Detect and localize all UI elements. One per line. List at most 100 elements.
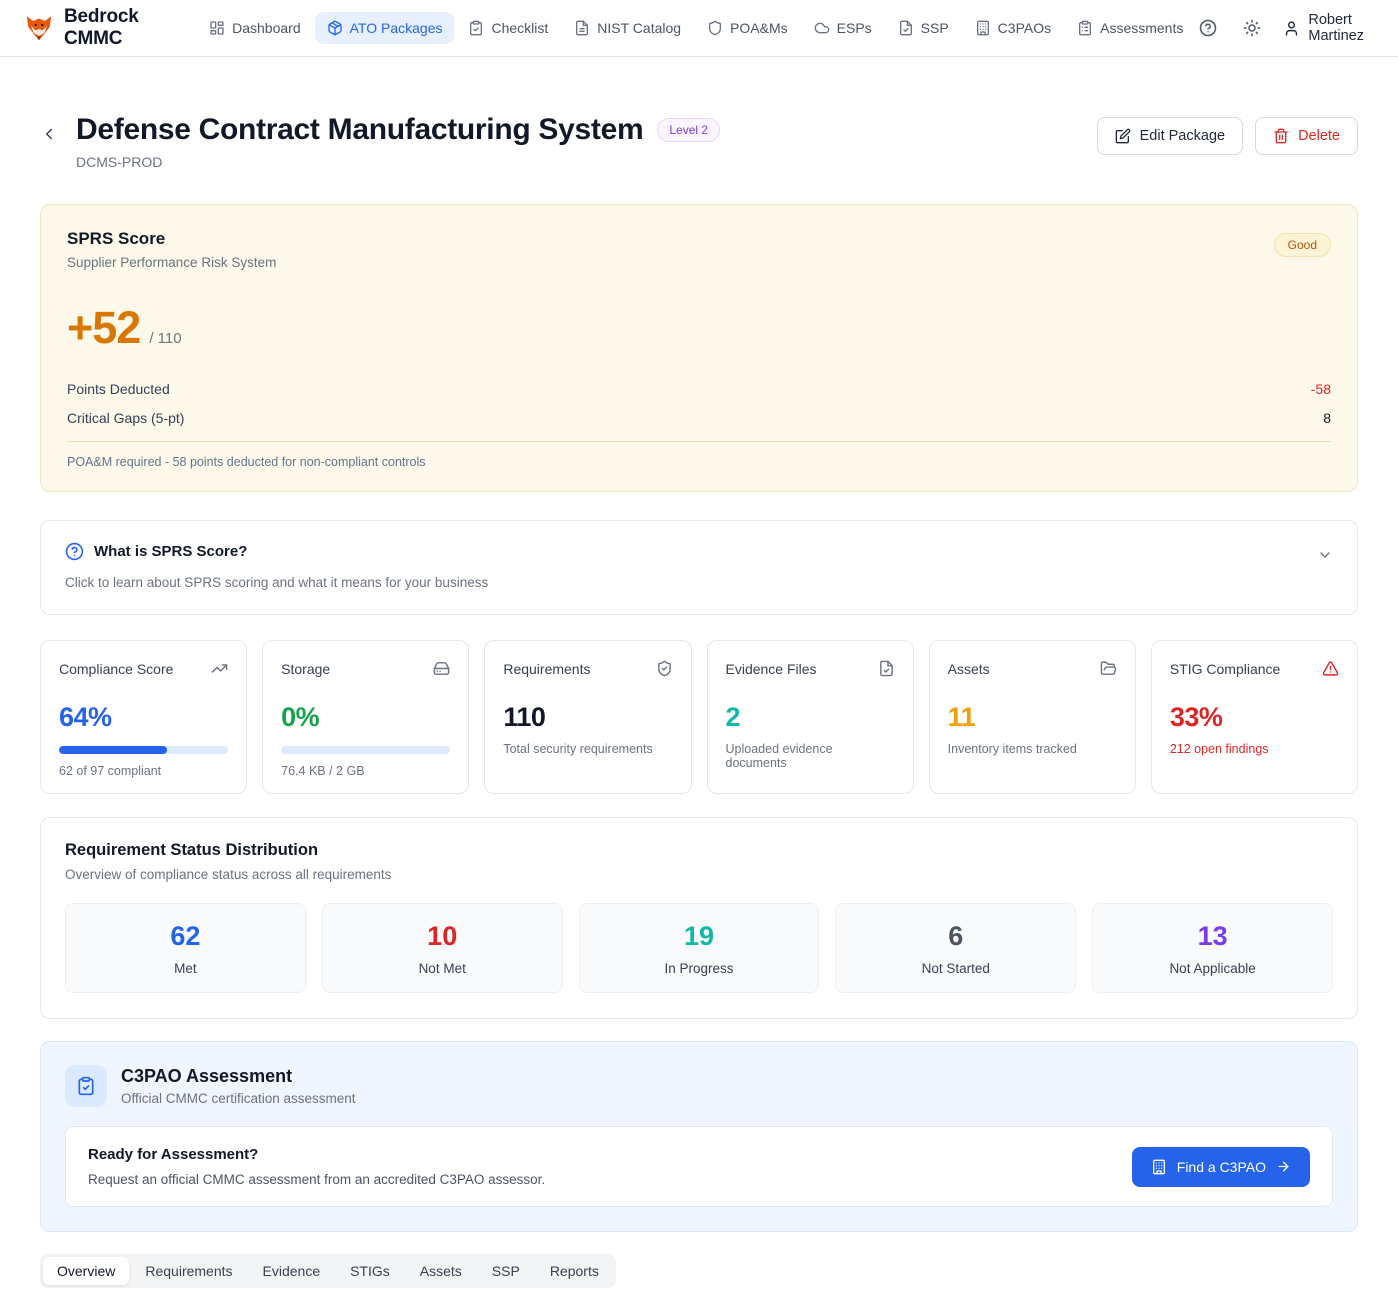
sprs-score-max: / 110 — [149, 330, 181, 347]
stat-label: Assets — [948, 661, 990, 677]
stat-sub: 76.4 KB / 2 GB — [281, 764, 450, 778]
nav-item-poams[interactable]: POA&Ms — [695, 12, 800, 44]
nav-item-nist-catalog[interactable]: NIST Catalog — [562, 12, 693, 44]
sprs-status-badge: Good — [1274, 233, 1331, 257]
stat-label: Evidence Files — [726, 661, 817, 677]
status-label: Not Started — [836, 961, 1075, 976]
stat-sub: 212 open findings — [1170, 742, 1339, 756]
row-label: Critical Gaps (5-pt) — [67, 410, 184, 426]
delete-label: Delete — [1298, 128, 1340, 144]
theme-toggle-sun-icon[interactable] — [1239, 15, 1265, 41]
file-text-icon — [574, 20, 590, 36]
tab-reports[interactable]: Reports — [536, 1257, 613, 1285]
tab-assets[interactable]: Assets — [406, 1257, 476, 1285]
edit-package-button[interactable]: Edit Package — [1097, 117, 1243, 155]
fox-logo-icon — [24, 13, 54, 43]
row-value: -58 — [1311, 381, 1331, 397]
nav-item-ato-packages[interactable]: ATO Packages — [315, 12, 455, 44]
ready-title: Ready for Assessment? — [88, 1146, 545, 1163]
alert-triangle-icon — [1322, 660, 1339, 677]
tab-evidence[interactable]: Evidence — [249, 1257, 335, 1285]
stat-value: 33% — [1170, 702, 1339, 733]
sprs-row-critical-gaps: Critical Gaps (5-pt) 8 — [67, 403, 1331, 432]
shield-icon — [707, 20, 723, 36]
status-label: Not Applicable — [1093, 961, 1332, 976]
sprs-info-subtitle: Click to learn about SPRS scoring and wh… — [65, 575, 1333, 590]
stat-label: STIG Compliance — [1170, 661, 1280, 677]
sprs-footnote: POA&M required - 58 points deducted for … — [67, 455, 1331, 473]
sprs-row-points-deducted: Points Deducted -58 — [67, 374, 1331, 403]
nav-item-checklist[interactable]: Checklist — [456, 12, 560, 44]
stat-value: 2 — [726, 702, 895, 733]
nav-item-ssp[interactable]: SSP — [886, 12, 961, 44]
nav-label: ATO Packages — [350, 20, 443, 36]
cloud-icon — [814, 20, 830, 36]
stat-card-assets: Assets 11 Inventory items tracked — [929, 640, 1136, 794]
trash-icon — [1273, 128, 1289, 144]
status-label: In Progress — [580, 961, 819, 976]
user-name: Robert Martinez — [1308, 12, 1374, 44]
title-actions: Edit Package Delete — [1097, 117, 1358, 155]
tab-stigs[interactable]: STIGs — [336, 1257, 404, 1285]
sprs-info-title: What is SPRS Score? — [94, 543, 247, 560]
nav-item-dashboard[interactable]: Dashboard — [197, 12, 313, 44]
row-label: Points Deducted — [67, 381, 170, 397]
requirement-status-distribution-card: Requirement Status Distribution Overview… — [40, 817, 1358, 1019]
find-c3pao-label: Find a C3PAO — [1177, 1159, 1266, 1175]
chevron-down-icon[interactable] — [1317, 547, 1333, 563]
stat-sub: 62 of 97 compliant — [59, 764, 228, 778]
clipboard-check-tile-icon — [65, 1065, 107, 1107]
nav-label: POA&Ms — [730, 20, 788, 36]
stat-card-storage: Storage 0% 76.4 KB / 2 GB — [262, 640, 469, 794]
trending-up-icon — [211, 660, 228, 677]
tab-ssp[interactable]: SSP — [478, 1257, 534, 1285]
main-nav: Dashboard ATO Packages Checklist NIST Ca… — [197, 12, 1195, 44]
nav-label: C3PAOs — [998, 20, 1051, 36]
stat-value: 0% — [281, 702, 450, 733]
sprs-title: SPRS Score — [67, 229, 276, 249]
distribution-grid: 62 Met 10 Not Met 19 In Progress 6 Not S… — [65, 903, 1333, 993]
page-title: Defense Contract Manufacturing System — [76, 113, 643, 147]
tab-requirements[interactable]: Requirements — [131, 1257, 246, 1285]
status-label: Not Met — [323, 961, 562, 976]
c3pao-assessment-card: C3PAO Assessment Official CMMC certifica… — [40, 1041, 1358, 1232]
stat-card-evidence-files: Evidence Files 2 Uploaded evidence docum… — [707, 640, 914, 794]
clipboard-check-icon — [468, 20, 484, 36]
level-badge: Level 2 — [657, 118, 720, 142]
find-c3pao-button[interactable]: Find a C3PAO — [1132, 1147, 1310, 1187]
stat-value: 64% — [59, 702, 228, 733]
back-button[interactable] — [40, 125, 58, 143]
status-box-not-met: 10 Not Met — [322, 903, 563, 993]
nav-item-c3paos[interactable]: C3PAOs — [963, 12, 1063, 44]
delete-button[interactable]: Delete — [1255, 117, 1358, 155]
status-box-met: 62 Met — [65, 903, 306, 993]
sprs-score-value: +52 — [67, 302, 140, 354]
edit-package-label: Edit Package — [1140, 128, 1225, 144]
status-count: 10 — [323, 921, 562, 952]
sprs-subtitle: Supplier Performance Risk System — [67, 255, 276, 270]
title-row: Defense Contract Manufacturing System Le… — [40, 113, 1358, 170]
stat-value: 11 — [948, 702, 1117, 733]
status-count: 62 — [66, 921, 305, 952]
stat-sub: Total security requirements — [503, 742, 672, 756]
status-count: 13 — [1093, 921, 1332, 952]
tab-overview[interactable]: Overview — [43, 1257, 129, 1285]
page-subtitle: DCMS-PROD — [76, 154, 720, 170]
clipboard-list-icon — [1077, 20, 1093, 36]
nav-item-assessments[interactable]: Assessments — [1065, 12, 1195, 44]
sprs-info-accordion[interactable]: What is SPRS Score? Click to learn about… — [40, 520, 1358, 615]
file-check-icon — [878, 660, 895, 677]
divider — [67, 441, 1331, 442]
c3pao-subtitle: Official CMMC certification assessment — [121, 1091, 356, 1106]
nav-item-esps[interactable]: ESPs — [802, 12, 884, 44]
building-icon — [1151, 1159, 1167, 1175]
distribution-title: Requirement Status Distribution — [65, 841, 1333, 860]
user-menu[interactable]: Robert Martinez — [1283, 12, 1374, 44]
help-icon[interactable] — [1195, 15, 1221, 41]
brand[interactable]: Bedrock CMMC — [24, 6, 171, 50]
stats-grid: Compliance Score 64% 62 of 97 compliant … — [40, 640, 1358, 794]
stat-label: Storage — [281, 661, 330, 677]
title-wrap: Defense Contract Manufacturing System Le… — [76, 113, 720, 170]
status-count: 6 — [836, 921, 1075, 952]
sprs-score-card: SPRS Score Supplier Performance Risk Sys… — [40, 204, 1358, 492]
